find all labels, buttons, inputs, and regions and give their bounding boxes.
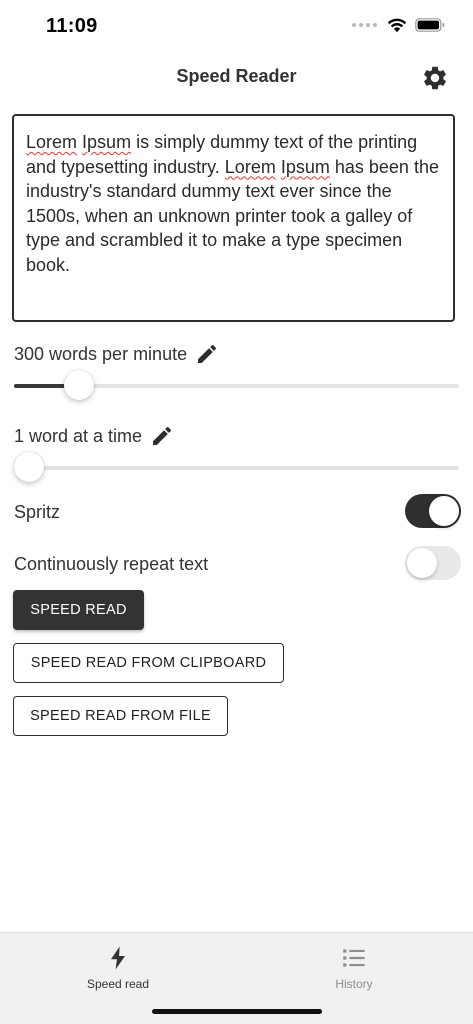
speed-reader-screen: 11:09 Speed Reader Lorem Ipsum is simply… — [0, 0, 473, 1024]
spritz-toggle[interactable] — [405, 494, 461, 528]
misspelled-word: Lorem — [26, 132, 78, 152]
app-header: Speed Reader — [0, 56, 473, 98]
pencil-icon[interactable] — [150, 424, 174, 448]
tab-label: Speed read — [86, 977, 150, 991]
tab-label: History — [335, 977, 373, 991]
misspelled-word: Ipsum — [82, 132, 132, 152]
pencil-icon[interactable] — [195, 342, 219, 366]
status-time: 11:09 — [46, 15, 98, 37]
speed-label: 300 words per minute — [14, 343, 188, 364]
repeat-label: Continuously repeat text — [14, 554, 209, 574]
home-indicator[interactable] — [152, 1009, 322, 1014]
misspelled-word: Ipsum — [280, 156, 330, 177]
gear-icon[interactable] — [421, 64, 449, 92]
list-icon — [343, 949, 365, 967]
toggle-knob — [407, 548, 437, 578]
repeat-toggle[interactable] — [405, 546, 461, 580]
status-icons — [352, 17, 445, 33]
chunk-label: 1 word at a time — [14, 425, 143, 446]
slider-thumb[interactable] — [14, 452, 44, 482]
tab-speed-read[interactable]: Speed read — [58, 939, 178, 999]
page-title: Speed Reader — [176, 66, 297, 86]
speed-slider[interactable] — [14, 369, 459, 403]
speed-read-button[interactable]: SPEED READ — [13, 590, 144, 630]
toggle-knob — [429, 496, 459, 526]
status-bar: 11:09 — [0, 0, 473, 52]
cellular-dots-icon — [352, 23, 377, 27]
battery-icon — [415, 18, 445, 32]
lightning-bolt-icon — [110, 946, 126, 970]
chunk-slider[interactable] — [14, 451, 459, 485]
speed-read-clipboard-button[interactable]: SPEED READ FROM CLIPBOARD — [13, 643, 284, 683]
text-input-area[interactable]: Lorem Ipsum is simply dummy text of the … — [12, 114, 455, 322]
speed-read-file-button[interactable]: SPEED READ FROM FILE — [13, 696, 228, 736]
spritz-label: Spritz — [14, 502, 61, 522]
misspelled-word: Lorem — [224, 156, 276, 177]
wifi-icon — [387, 18, 407, 33]
chunk-label-row: 1 word at a time — [14, 424, 174, 448]
slider-thumb[interactable] — [63, 370, 94, 400]
speed-label-row: 300 words per minute — [14, 342, 219, 366]
tab-history[interactable]: History — [294, 939, 414, 999]
slider-track — [14, 466, 459, 470]
